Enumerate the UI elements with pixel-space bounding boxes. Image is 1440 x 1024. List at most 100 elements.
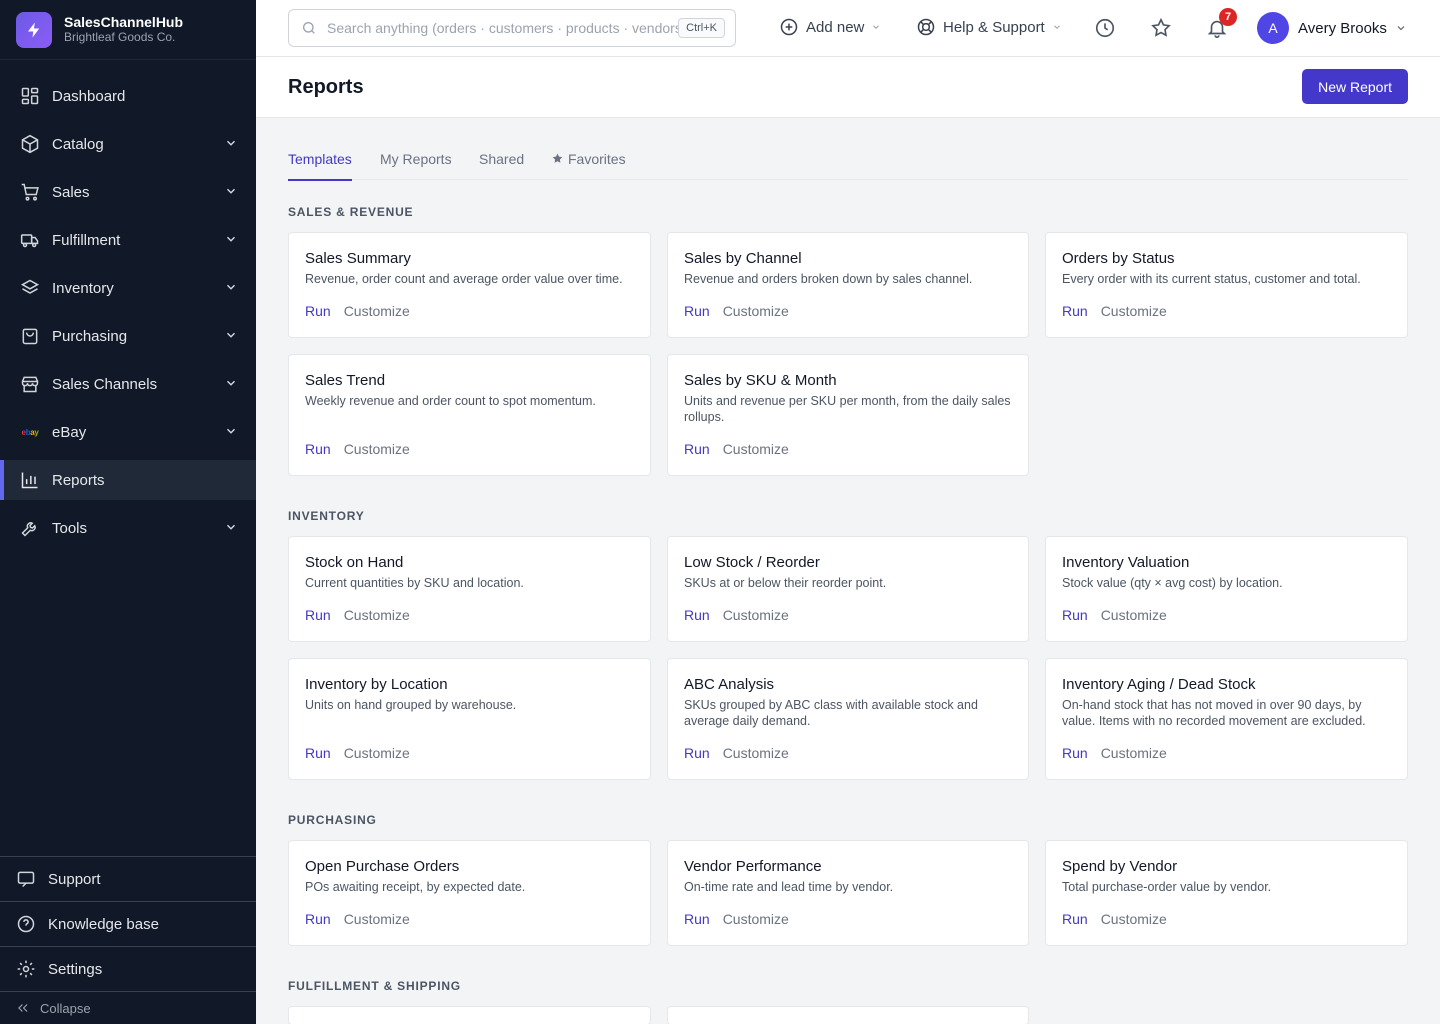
- chevron-down-icon: [224, 424, 238, 442]
- sidebar-item-inventory[interactable]: Inventory: [0, 268, 256, 308]
- lifebuoy-icon: [917, 18, 935, 36]
- chat-icon: [16, 869, 36, 889]
- search-icon: [301, 20, 317, 36]
- ebay-logo: ebay: [21, 427, 39, 437]
- section-title-inventory: INVENTORY: [288, 509, 365, 523]
- run-link[interactable]: Run: [1062, 303, 1088, 319]
- customize-link[interactable]: Customize: [723, 745, 789, 761]
- report-card-sales-by-channel: Sales by Channel Revenue and orders brok…: [667, 232, 1029, 338]
- customize-link[interactable]: Customize: [723, 607, 789, 623]
- avatar: A: [1257, 12, 1289, 44]
- chevron-down-icon: [224, 328, 238, 346]
- card-desc: On-hand stock that has not moved in over…: [1062, 698, 1366, 728]
- run-link[interactable]: Run: [684, 911, 710, 927]
- section-title-purchasing: PURCHASING: [288, 813, 377, 827]
- card-title: Sales Summary: [305, 250, 411, 267]
- customize-link[interactable]: Customize: [723, 911, 789, 927]
- sidebar-item-label: Tools: [52, 519, 88, 537]
- knowledge-base-link[interactable]: Knowledge base: [0, 901, 256, 946]
- run-link[interactable]: Run: [305, 303, 331, 319]
- sidebar-item-dashboard[interactable]: Dashboard: [0, 76, 256, 116]
- new-report-button[interactable]: New Report: [1302, 69, 1408, 104]
- brand[interactable]: SalesChannelHub Brightleaf Goods Co.: [0, 0, 256, 60]
- card-title: Sales by Channel: [684, 250, 802, 267]
- card-title: Orders by Status: [1062, 250, 1175, 267]
- add-new-button[interactable]: Add new: [779, 17, 888, 37]
- customize-link[interactable]: Customize: [344, 303, 410, 319]
- section-title-sales: SALES & REVENUE: [288, 205, 414, 219]
- card-desc: Stock value (qty × avg cost) by location…: [1062, 576, 1283, 590]
- collapse-button[interactable]: Collapse: [0, 991, 256, 1024]
- customize-link[interactable]: Customize: [1101, 607, 1167, 623]
- tab-templates[interactable]: Templates: [288, 151, 352, 181]
- run-link[interactable]: Run: [305, 441, 331, 457]
- run-link[interactable]: Run: [305, 745, 331, 761]
- section-title-fulfillment: FULFILLMENT & SHIPPING: [288, 979, 461, 993]
- help-support-button[interactable]: Help & Support: [916, 17, 1069, 37]
- card-desc: SKUs grouped by ABC class with available…: [684, 698, 978, 728]
- customize-link[interactable]: Customize: [1101, 745, 1167, 761]
- report-card-low-stock: Low Stock / Reorder SKUs at or below the…: [667, 536, 1029, 642]
- sidebar-item-fulfillment[interactable]: Fulfillment: [0, 220, 256, 260]
- card-desc: Current quantities by SKU and location.: [305, 576, 524, 590]
- run-link[interactable]: Run: [684, 441, 710, 457]
- report-card-sales-trend: Sales Trend Weekly revenue and order cou…: [288, 354, 651, 476]
- customize-link[interactable]: Customize: [723, 303, 789, 319]
- run-link[interactable]: Run: [305, 607, 331, 623]
- sidebar-item-catalog[interactable]: Catalog: [0, 124, 256, 164]
- tab-my-reports[interactable]: My Reports: [380, 151, 452, 179]
- customize-link[interactable]: Customize: [344, 745, 410, 761]
- card-title: Sales Trend: [305, 372, 386, 389]
- run-link[interactable]: Run: [684, 745, 710, 761]
- customize-link[interactable]: Customize: [344, 441, 410, 457]
- search-box[interactable]: Ctrl+K: [288, 9, 736, 47]
- customize-link[interactable]: Customize: [344, 607, 410, 623]
- sidebar-item-ebay[interactable]: ebay eBay: [0, 412, 256, 452]
- sidebar-item-tools[interactable]: Tools: [0, 508, 256, 548]
- tab-favorites[interactable]: Favorites: [551, 151, 626, 179]
- sidebar-item-label: Inventory: [52, 279, 114, 297]
- user-menu[interactable]: A Avery Brooks: [1257, 12, 1407, 44]
- run-link[interactable]: Run: [684, 303, 710, 319]
- notifications-button[interactable]: 7: [1205, 8, 1237, 40]
- collapse-label: Collapse: [40, 1000, 91, 1016]
- report-card-partial: [288, 1006, 651, 1024]
- report-card-spend-by-vendor: Spend by Vendor Total purchase-order val…: [1045, 840, 1408, 946]
- report-card-inventory-by-location: Inventory by Location Units on hand grou…: [288, 658, 651, 780]
- plus-circle-icon: [780, 18, 798, 36]
- customize-link[interactable]: Customize: [1101, 303, 1167, 319]
- run-link[interactable]: Run: [305, 911, 331, 927]
- report-card-inventory-aging: Inventory Aging / Dead Stock On-hand sto…: [1045, 658, 1408, 780]
- run-link[interactable]: Run: [1062, 911, 1088, 927]
- settings-link[interactable]: Settings: [0, 946, 256, 991]
- run-link[interactable]: Run: [1062, 607, 1088, 623]
- star-filled-icon: [552, 153, 563, 163]
- gear-icon: [16, 959, 36, 979]
- sidebar-item-label: Purchasing: [52, 327, 128, 345]
- sidebar-item-purchasing[interactable]: Purchasing: [0, 316, 256, 356]
- sidebar-item-reports[interactable]: Reports: [0, 460, 256, 500]
- bar-chart-icon: [20, 470, 40, 490]
- bag-icon: [20, 326, 40, 346]
- customize-link[interactable]: Customize: [723, 441, 789, 457]
- history-icon[interactable]: [1093, 16, 1117, 40]
- run-link[interactable]: Run: [684, 607, 710, 623]
- customize-link[interactable]: Customize: [1101, 911, 1167, 927]
- tab-shared[interactable]: Shared: [479, 151, 524, 179]
- chevron-down-icon: [1397, 26, 1405, 31]
- customize-link[interactable]: Customize: [344, 911, 410, 927]
- help-label: Help & Support: [943, 18, 1045, 36]
- card-title: Stock on Hand: [305, 554, 404, 571]
- search-input[interactable]: [327, 20, 679, 36]
- double-chevron-left-icon: [16, 1001, 30, 1015]
- card-desc: Units and revenue per SKU per month, fro…: [684, 394, 1011, 424]
- sidebar-item-label: eBay: [52, 423, 87, 441]
- star-icon[interactable]: [1149, 16, 1173, 40]
- chevron-down-icon: [224, 232, 238, 250]
- sidebar-item-sales[interactable]: Sales: [0, 172, 256, 212]
- brand-org: Brightleaf Goods Co.: [64, 30, 176, 44]
- support-link[interactable]: Support: [0, 856, 256, 901]
- report-tabs: Templates My Reports Shared Favorites: [288, 118, 1408, 181]
- run-link[interactable]: Run: [1062, 745, 1088, 761]
- sidebar-item-sales-channels[interactable]: Sales Channels: [0, 364, 256, 404]
